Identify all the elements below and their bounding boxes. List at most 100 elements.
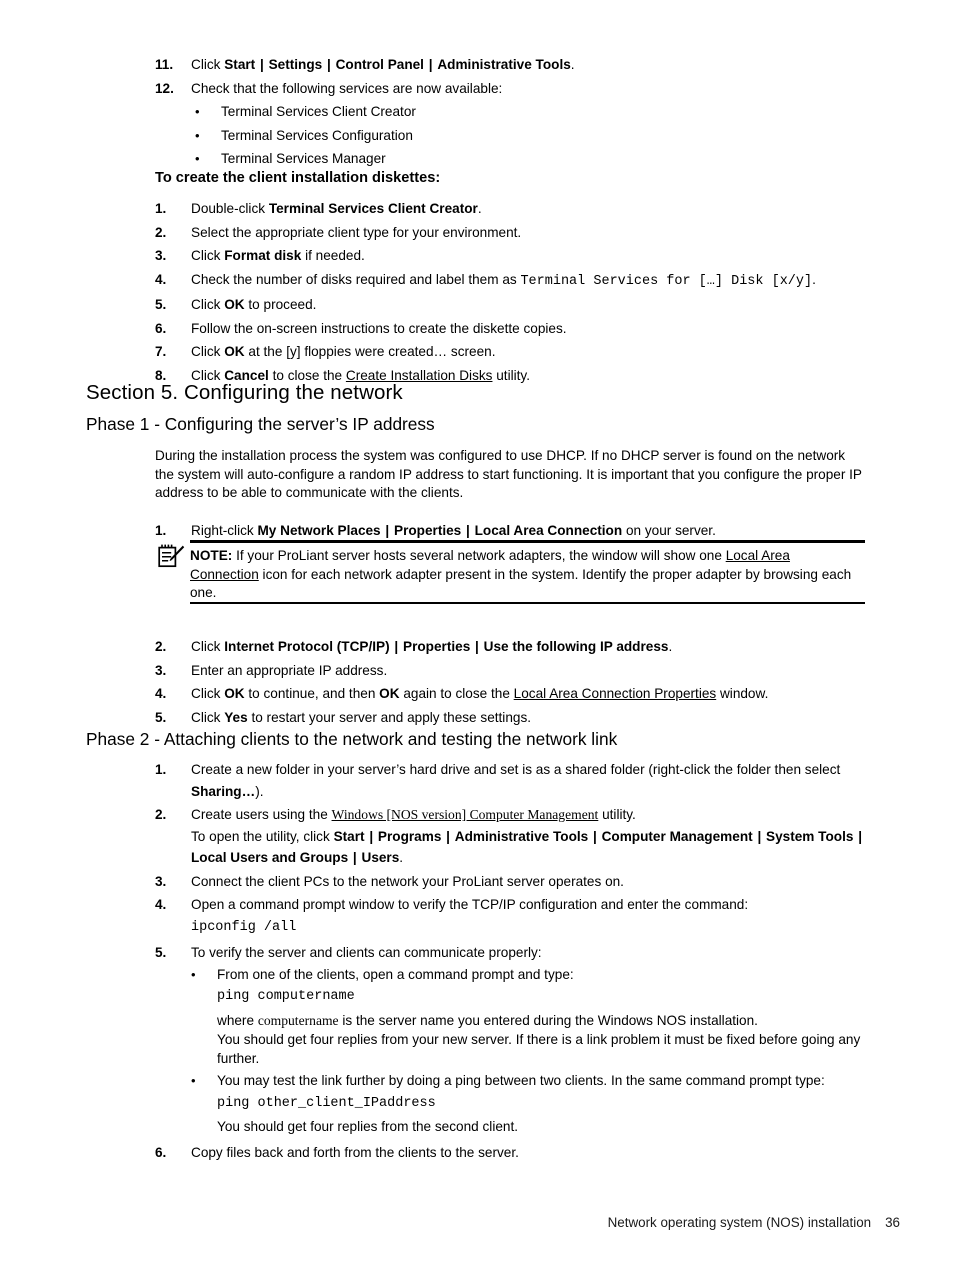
bullet-marker: •: [195, 127, 200, 143]
list-number: 3.: [155, 873, 167, 889]
list-text: Connect the client PCs to the network yo…: [191, 873, 624, 889]
document-page: 11. Click Start | Settings | Control Pan…: [0, 0, 954, 1270]
list-text: Create a new folder in your server’s har…: [191, 759, 875, 802]
menu-administrative-tools: Administrative Tools: [437, 57, 571, 72]
list-text: Click OK at the [y] floppies were create…: [191, 341, 875, 363]
list-text-line: To verify the server and clients can com…: [191, 945, 542, 960]
footer-title: Network operating system (NOS) installat…: [607, 1215, 872, 1230]
list-number: 5.: [155, 709, 167, 725]
list-text: To verify the server and clients can com…: [191, 942, 875, 1140]
list-number: 3.: [155, 248, 167, 263]
button-ok: OK: [224, 344, 245, 359]
page-number: 36: [885, 1215, 900, 1230]
text-lead: Create a new folder in your server’s har…: [191, 762, 841, 777]
phase1-paragraph: During the installation process the syst…: [155, 448, 862, 500]
list-item-4: 4. Open a command prompt window to verif…: [155, 894, 875, 940]
utility-computer-management: Windows [NOS version] Computer Managemen…: [331, 807, 599, 822]
list-number: 12.: [155, 80, 174, 96]
note-label: NOTE:: [190, 548, 233, 563]
button-yes: Yes: [224, 709, 248, 725]
list-item-2: 2. Click Internet Protocol (TCP/IP) | Pr…: [155, 636, 875, 658]
text-lead: To open the utility, click: [191, 828, 334, 844]
list-item-3: 3. Enter an appropriate IP address.: [155, 660, 875, 682]
text-tail: .: [812, 271, 816, 287]
text-tail: utility.: [598, 807, 636, 822]
list-number: 11.: [155, 57, 174, 72]
text-lead: Click: [191, 686, 225, 701]
list-item-6: 6. Follow the on-screen instructions to …: [155, 318, 875, 340]
bullet-marker: •: [195, 104, 200, 119]
list-number: 4.: [155, 897, 167, 912]
list-item-5: 5. To verify the server and clients can …: [155, 942, 875, 1140]
text-lead: Double-click: [191, 201, 269, 216]
menu-separator: |: [394, 639, 399, 654]
list-text: Click Yes to restart your server and app…: [191, 707, 875, 729]
bullet-marker: •: [191, 1073, 196, 1089]
list-number: 2.: [155, 807, 167, 822]
diskette-steps-list: 1. Double-click Terminal Services Client…: [155, 198, 875, 388]
list-number: 2.: [155, 224, 167, 240]
menu-settings: Settings: [268, 57, 323, 72]
command-ping-other-client: ping other_client_IPaddress: [217, 1095, 436, 1111]
text-tail: .: [668, 639, 673, 654]
menu-separator: |: [385, 523, 390, 538]
text-lead: Right-click: [191, 523, 258, 538]
text-lead: Click: [191, 709, 225, 725]
bullet-item: • From one of the clients, open a comman…: [191, 964, 875, 1069]
list-item-4: 4. Click OK to continue, and then OK aga…: [155, 683, 875, 705]
list-number: 2.: [155, 639, 167, 654]
list-text: Create users using the Windows [NOS vers…: [191, 804, 875, 869]
note-text: NOTE: If your ProLiant server hosts seve…: [190, 547, 862, 603]
bullet-item: • You may test the link further by doing…: [191, 1070, 875, 1138]
bullet-text: Terminal Services Configuration: [221, 127, 413, 143]
list-number: 4.: [155, 686, 167, 701]
text-lead: where: [217, 1012, 258, 1028]
list-text: Click OK to continue, and then OK again …: [191, 683, 875, 705]
button-ok: OK: [224, 686, 245, 701]
phase1-steps-after-note: 2. Click Internet Protocol (TCP/IP) | Pr…: [155, 636, 875, 730]
list-text: Follow the on-screen instructions to cre…: [191, 320, 567, 336]
menu-control-panel: Control Panel: [335, 57, 424, 72]
menu-administrative-tools: Administrative Tools: [454, 828, 589, 844]
text-mid: again to close the: [399, 686, 514, 701]
bullet-item: • Terminal Services Client Creator: [195, 101, 875, 123]
list-text: Click OK to proceed.: [191, 294, 875, 316]
text-tail: .: [477, 201, 482, 216]
text-tail: .: [399, 850, 404, 865]
list-number: 5.: [155, 945, 167, 960]
text-tail: to proceed.: [244, 297, 317, 312]
list-item-11: 11. Click Start | Settings | Control Pan…: [155, 54, 875, 76]
menu-system-tools: System Tools: [766, 828, 854, 844]
list-item-1: 1. Right-click My Network Places | Prope…: [155, 520, 875, 542]
bullet-text: You may test the link further by doing a…: [217, 1070, 875, 1138]
phase2-steps-list: 1. Create a new folder in your server’s …: [155, 759, 875, 1165]
menu-start: Start: [333, 828, 365, 844]
menu-local-area-connection: Local Area Connection: [474, 523, 623, 538]
text-tail: utility.: [492, 367, 530, 383]
list-number: 3.: [155, 662, 167, 678]
list-number: 1.: [155, 762, 167, 777]
text-tail: on your server.: [622, 523, 716, 538]
menu-properties: Properties: [403, 639, 471, 654]
computer-management-path: To open the utility, click Start | Progr…: [191, 826, 875, 869]
bullet-item: • Terminal Services Manager: [195, 148, 875, 170]
list-text-line: Create users using the Windows [NOS vers…: [191, 804, 875, 826]
menu-separator: |: [757, 828, 762, 844]
list-number: 1.: [155, 523, 167, 538]
list-text: Check the number of disks required and l…: [191, 269, 875, 293]
list-text: Right-click My Network Places | Properti…: [191, 520, 875, 542]
section-title: Section 5. Configuring the network: [86, 381, 403, 404]
menu-separator: |: [428, 57, 433, 72]
list-item-12: 12. Check that the following services ar…: [155, 78, 875, 100]
text-lead: Click: [191, 297, 225, 312]
menu-separator: |: [466, 523, 470, 538]
menu-local-users-and-groups: Local Users and Groups: [191, 850, 349, 865]
list-item-1: 1. Create a new folder in your server’s …: [155, 759, 875, 802]
menu-programs: Programs: [377, 828, 442, 844]
list-number: 1.: [155, 201, 167, 216]
menu-users: Users: [361, 850, 400, 865]
option-use-following-ip-address: Use the following IP address: [483, 639, 669, 654]
list-item-1: 1. Double-click Terminal Services Client…: [155, 198, 875, 220]
command-ping-computername: ping computername: [217, 989, 355, 1004]
disk-label-literal: Terminal Services for […] Disk [x/y]: [520, 273, 813, 289]
